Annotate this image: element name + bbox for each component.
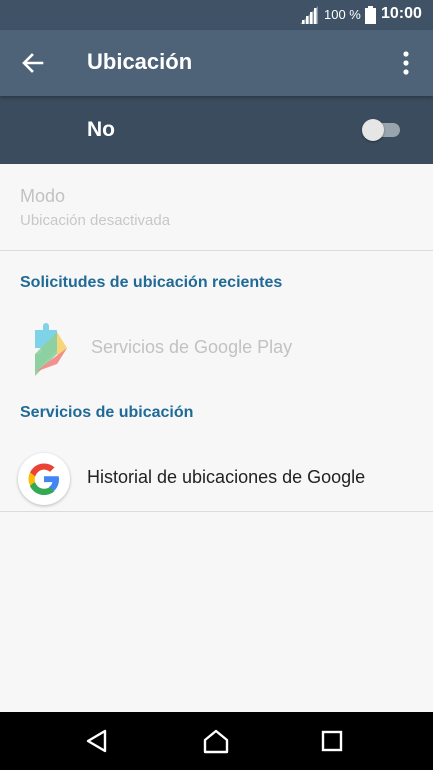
- battery-percent: 100 %: [324, 7, 361, 22]
- signal-icon: [300, 6, 318, 24]
- nav-back-icon[interactable]: [84, 728, 110, 754]
- mode-setting: Modo Ubicación desactivada: [0, 164, 433, 251]
- google-play-services-icon: [35, 323, 67, 376]
- master-switch-bar[interactable]: No: [0, 96, 433, 164]
- battery-icon: [365, 6, 376, 24]
- status-bar: 100 % 10:00: [0, 0, 433, 30]
- recent-requests-header: Solicitudes de ubicación recientes: [20, 274, 283, 291]
- more-vert-icon[interactable]: [396, 50, 416, 76]
- google-icon: [18, 453, 70, 505]
- page-title: Ubicación: [87, 49, 193, 74]
- list-item-google-location-history[interactable]: Historial de ubicaciones de Google: [0, 446, 433, 512]
- list-item-label: Historial de ubicaciones de Google: [87, 467, 366, 487]
- nav-home-icon[interactable]: [203, 728, 229, 754]
- toggle-thumb: [362, 119, 384, 141]
- app-bar: Ubicación: [0, 30, 433, 96]
- location-services-header: Servicios de ubicación: [20, 404, 194, 421]
- mode-title: Modo: [20, 186, 66, 206]
- master-switch-label: No: [87, 118, 115, 141]
- nav-recent-icon[interactable]: [319, 728, 345, 754]
- navigation-bar: [0, 712, 433, 770]
- mode-subtitle: Ubicación desactivada: [20, 212, 171, 229]
- arrow-back-icon[interactable]: [20, 50, 46, 76]
- list-item-google-play-services: Servicios de Google Play: [0, 315, 433, 381]
- clock: 10:00: [381, 5, 422, 22]
- list-item-label: Servicios de Google Play: [91, 337, 293, 357]
- location-toggle[interactable]: [362, 119, 402, 141]
